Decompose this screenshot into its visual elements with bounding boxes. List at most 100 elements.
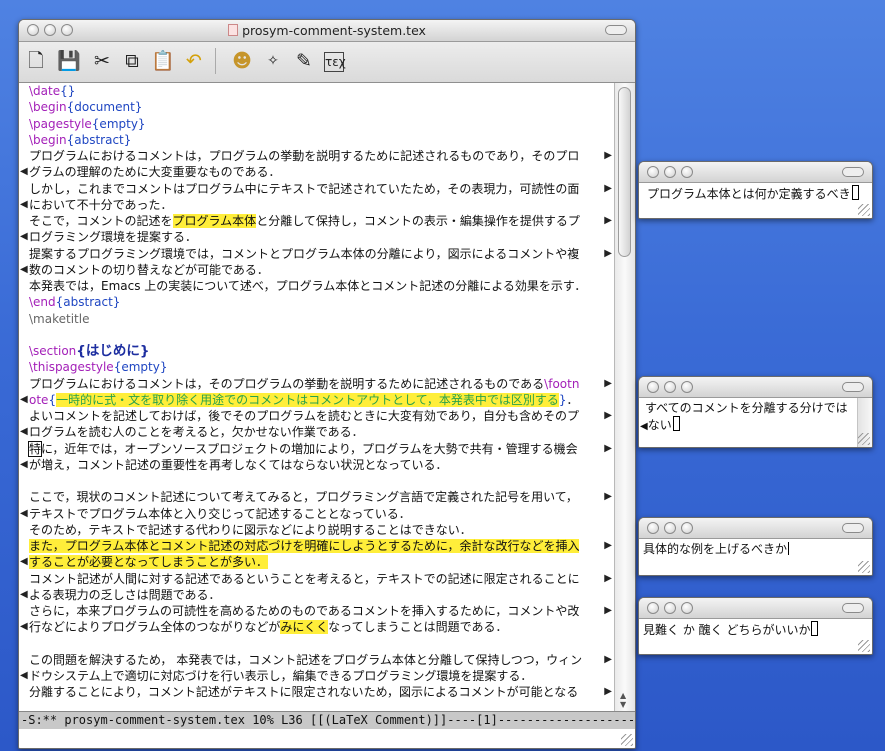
close-button[interactable] — [647, 522, 659, 534]
editor-line[interactable]: ◀ において不十分であった． — [19, 197, 615, 213]
editor-text-segment: \begin — [29, 100, 67, 115]
editor-line[interactable] — [19, 327, 615, 343]
editor-line[interactable]: ◀ よる表現力の乏しさは問題である． — [19, 587, 615, 603]
editor-line[interactable]: この問題を解決するため， 本発表では，コメント記述をプログラム本体と分離して保持… — [19, 652, 615, 668]
text-editor-area[interactable]: \date{} \begin{document} \pagestyle{empty}… — [19, 83, 615, 711]
tex-it-icon[interactable]: τεχ — [324, 52, 346, 72]
editor-line[interactable]: ◀ ログラミング環境を提案する． — [19, 229, 615, 245]
zoom-button[interactable] — [681, 381, 693, 393]
scrollbar-thumb[interactable] — [618, 87, 631, 257]
continuation-left-icon: ◀ — [20, 426, 28, 438]
editor-line[interactable]: ◀ ドウシステム上で適切に対応づけを行い表示し，編集できるプログラミング環境を提案… — [19, 668, 615, 684]
editor-line[interactable]: \end{abstract} — [19, 294, 615, 310]
resize-grip-icon[interactable] — [858, 561, 870, 573]
comment-text-area[interactable]: 具体的な例を上げるべきか — [639, 539, 872, 575]
comment-titlebar[interactable] — [639, 518, 872, 539]
minimize-button[interactable] — [664, 381, 676, 393]
minimize-button[interactable] — [664, 166, 676, 178]
zoom-button[interactable] — [681, 166, 693, 178]
continuation-right-icon: ▶ — [604, 605, 612, 616]
toolbar-toggle-button[interactable] — [842, 523, 864, 533]
editor-line[interactable]: \date{} — [19, 83, 615, 99]
comment-text-area[interactable]: プログラム本体とは何か定義するべき — [639, 183, 872, 218]
editor-line[interactable]: \pagestyle{empty} — [19, 116, 615, 132]
editor-line[interactable]: ◀ ログラムを読む人のことを考えると，欠かせない作業である． — [19, 424, 615, 440]
toolbar-toggle-button[interactable] — [605, 25, 627, 35]
paste-icon[interactable]: 📋 — [151, 50, 175, 72]
resize-grip-icon[interactable] — [858, 204, 870, 216]
comment-text-area[interactable]: 見難く か 醜く どちらがいいか — [639, 619, 872, 654]
close-button[interactable] — [647, 166, 659, 178]
editor-line[interactable]: そこで，コメントの記述をプログラム本体と分離して保持し，コメントの表示・編集操作… — [19, 213, 615, 229]
editor-line[interactable]: さらに，本来プログラムの可読性を高めるためのものであるコメントを挿入するために，… — [19, 603, 615, 619]
editor-line[interactable]: \thispagestyle{empty} — [19, 359, 615, 375]
editor-text-segment: みにくく — [280, 620, 329, 635]
view-icon[interactable]: ✎ — [293, 50, 315, 72]
editor-line[interactable]: 本発表では，Emacs 上の実装について述べ，プログラム本体とコメント記述の分離… — [19, 278, 615, 294]
editor-line[interactable]: \maketitle — [19, 311, 615, 327]
comment-titlebar[interactable] — [639, 598, 872, 619]
comment-titlebar[interactable] — [639, 377, 872, 398]
editor-line[interactable]: ◀ ote{一時的に式・文を取り除く用途でのコメントはコメントアウトとして，本発表… — [19, 392, 615, 408]
continuation-left-icon: ◀ — [20, 588, 28, 600]
editor-line[interactable]: \begin{document} — [19, 99, 615, 115]
editor-line[interactable]: ◀ が増え，コメント記述の重要性を再考しなくてはならない状況となっている． — [19, 457, 615, 473]
close-button[interactable] — [647, 602, 659, 614]
editor-text-segment: ote — [29, 392, 49, 407]
editor-line[interactable]: ◀ テキストでプログラム本体と入り交じって記述することとなっている． — [19, 506, 615, 522]
editor-line[interactable]: プログラムにおけるコメントは，そのプログラムの挙動を説明するために記述されるもの… — [19, 376, 615, 392]
editor-line[interactable]: ◀ 数のコメントの切り替えなどが可能である． — [19, 262, 615, 278]
minimize-button[interactable] — [664, 522, 676, 534]
toolbar-toggle-button[interactable] — [842, 603, 864, 613]
resize-grip-icon[interactable] — [858, 433, 870, 445]
editor-text-segment: \pagestyle — [29, 116, 92, 131]
latex-icon[interactable]: ☻ — [231, 50, 253, 72]
editor-line[interactable]: ◀ グラムの理解のために大変重要なものである． — [19, 164, 615, 180]
cut-icon[interactable]: ✂ — [91, 50, 113, 72]
editor-line[interactable]: ◀ 行などによりプログラム全体のつながりなどがみにくくなってしまうことは問題である… — [19, 619, 615, 635]
editor-line[interactable]: コメント記述が人間に対する記述であるということを考えると，テキストでの記述に限定… — [19, 571, 615, 587]
comment-titlebar[interactable] — [639, 162, 872, 183]
copy-icon[interactable]: ⧉ — [121, 50, 143, 72]
comment-window-3[interactable]: 具体的な例を上げるべきか — [638, 517, 873, 576]
editor-line[interactable]: 分離することにより，コメント記述がテキストに限定されないため，図示によるコメント… — [19, 684, 615, 700]
scroll-arrows[interactable]: ▲ ▼ — [620, 691, 626, 709]
zoom-button[interactable] — [681, 522, 693, 534]
editor-line[interactable]: \begin{abstract} — [19, 132, 615, 148]
vertical-scrollbar[interactable]: ▲ ▼ — [614, 83, 635, 711]
editor-text-segment: そのため，テキストで記述する代わりに図示などにより説明することはできない． — [29, 522, 472, 537]
toolbar-toggle-button[interactable] — [842, 382, 864, 392]
dvi-icon[interactable]: ✧ — [262, 50, 284, 72]
editor-line[interactable] — [19, 473, 615, 489]
minimize-button[interactable] — [664, 602, 676, 614]
new-file-icon[interactable]: 🗋 — [25, 50, 47, 72]
editor-line[interactable]: そのため，テキストで記述する代わりに図示などにより説明することはできない． — [19, 522, 615, 538]
resize-grip-icon[interactable] — [858, 640, 870, 652]
editor-line[interactable]: よいコメントを記述しておけば，後でそのプログラムを読むときに大変有効であり，自分… — [19, 408, 615, 424]
undo-icon[interactable]: ↶ — [183, 50, 205, 72]
editor-line[interactable]: プログラムにおけるコメントは，プログラムの挙動を説明するために記述されるものであ… — [19, 148, 615, 164]
editor-titlebar[interactable]: prosym-comment-system.tex — [19, 20, 635, 42]
editor-line[interactable]: しかし，これまでコメントはプログラム中にテキストで記述されていたため，その表現力… — [19, 181, 615, 197]
comment-window-1[interactable]: プログラム本体とは何か定義するべき — [638, 161, 873, 219]
continuation-left-icon: ◀ — [20, 198, 28, 210]
comment-text-area[interactable]: すべてのコメントを分離する分けでは ◀ない — [639, 398, 872, 447]
editor-text-segment: \maketitle — [29, 311, 90, 326]
comment-window-4[interactable]: 見難く か 醜く どちらがいいか — [638, 597, 873, 655]
editor-line[interactable]: ここで，現状のコメント記述について考えてみると，プログラミング言語で定義された記… — [19, 489, 615, 505]
editor-line[interactable]: 特に，近年では，オープンソースプロジェクトの増加により，プログラムを大勢で共有・… — [19, 440, 615, 457]
resize-grip-icon[interactable] — [621, 734, 633, 746]
comment-window-2[interactable]: すべてのコメントを分離する分けでは ◀ない — [638, 376, 873, 448]
editor-window[interactable]: prosym-comment-system.tex 🗋 💾 ✂ ⧉ 📋 ↶ ☻ … — [18, 19, 636, 749]
editor-line[interactable] — [19, 636, 615, 652]
editor-line[interactable]: \section{はじめに} — [19, 343, 615, 359]
save-icon[interactable]: 💾 — [57, 50, 81, 72]
toolbar-toggle-button[interactable] — [842, 167, 864, 177]
editor-line[interactable]: 提案するプログラミング環境では，コメントとプログラム本体の分離により，図示による… — [19, 246, 615, 262]
editor-line[interactable]: ◀ することが必要となってしまうことが多い． — [19, 554, 615, 570]
editor-text-segment: \thispagestyle — [29, 360, 114, 375]
minibuffer[interactable] — [19, 729, 635, 748]
zoom-button[interactable] — [681, 602, 693, 614]
editor-line[interactable]: また，プログラム本体とコメント記述の対応づけを明確にしようとするために，余計な改… — [19, 538, 615, 554]
close-button[interactable] — [647, 381, 659, 393]
